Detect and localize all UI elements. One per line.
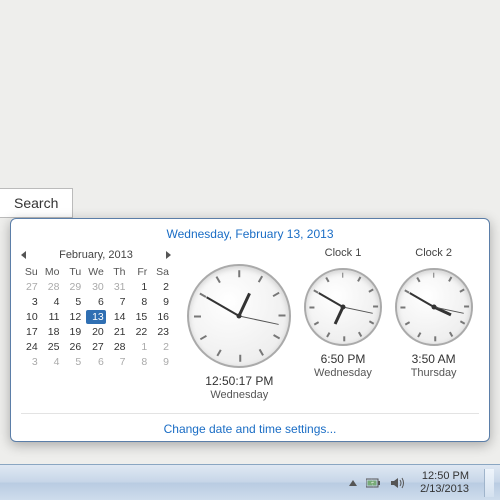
clock-column: Clock 2 3:50 AMThursday (395, 247, 473, 407)
calendar-day[interactable]: 19 (64, 325, 83, 339)
battery-icon[interactable] (366, 478, 382, 488)
calendar-prev-icon[interactable] (21, 251, 26, 259)
calendar-day[interactable]: 1 (131, 340, 150, 354)
popup-date-title: Wednesday, February 13, 2013 (21, 227, 479, 241)
calendar-day[interactable]: 3 (21, 355, 40, 369)
volume-icon[interactable] (391, 477, 405, 489)
search-tab-label: Search (14, 195, 58, 211)
calendar-dow: We (86, 265, 106, 279)
clock-face (395, 268, 473, 346)
calendar-day[interactable]: 13 (86, 310, 106, 324)
calendar-day[interactable]: 9 (152, 355, 171, 369)
calendar-month-label[interactable]: February, 2013 (59, 249, 133, 261)
tray-overflow-icon[interactable] (349, 480, 357, 486)
calendar-day[interactable]: 2 (152, 340, 171, 354)
calendar-day[interactable]: 1 (131, 280, 150, 294)
calendar-day[interactable]: 20 (86, 325, 106, 339)
calendar-day[interactable]: 11 (43, 310, 62, 324)
calendar-day[interactable]: 24 (21, 340, 40, 354)
calendar-next-icon[interactable] (166, 251, 171, 259)
calendar-day[interactable]: 14 (109, 310, 128, 324)
calendar-day[interactable]: 18 (43, 325, 62, 339)
calendar-day[interactable]: 7 (109, 355, 128, 369)
clock-face (187, 264, 291, 368)
calendar-day[interactable]: 28 (43, 280, 62, 294)
clock-day: Wednesday (210, 389, 268, 401)
calendar-dow: Th (109, 265, 128, 279)
clock-time: 3:50 AM (412, 352, 456, 366)
calendar-dow: Mo (43, 265, 62, 279)
search-tab[interactable]: Search (0, 188, 73, 218)
calendar-day[interactable]: 8 (131, 355, 150, 369)
calendar-day[interactable]: 6 (86, 355, 106, 369)
calendar-dow: Tu (64, 265, 83, 279)
clock-day: Wednesday (314, 367, 372, 379)
taskbar-time: 12:50 PM (420, 470, 469, 483)
calendar-day[interactable]: 21 (109, 325, 128, 339)
calendar-day[interactable]: 7 (109, 295, 128, 309)
calendar-day[interactable]: 15 (131, 310, 150, 324)
clock-face (304, 268, 382, 346)
taskbar: 12:50 PM 2/13/2013 (0, 464, 500, 500)
clock-day: Thursday (411, 367, 457, 379)
calendar-day[interactable]: 12 (64, 310, 83, 324)
clock-time: 12:50:17 PM (205, 374, 273, 388)
calendar-day[interactable]: 8 (131, 295, 150, 309)
change-date-time-link[interactable]: Change date and time settings... (164, 422, 337, 436)
calendar-day[interactable]: 29 (64, 280, 83, 294)
calendar-day[interactable]: 4 (43, 295, 62, 309)
calendar-day[interactable]: 6 (86, 295, 106, 309)
calendar-day[interactable]: 27 (86, 340, 106, 354)
system-tray: 12:50 PM 2/13/2013 (349, 469, 494, 497)
datetime-popup: Wednesday, February 13, 2013 February, 2… (10, 218, 490, 442)
calendar: February, 2013 SuMoTuWeThFrSa27282930311… (21, 247, 171, 407)
taskbar-date: 2/13/2013 (420, 483, 469, 496)
calendar-day[interactable]: 27 (21, 280, 40, 294)
calendar-day[interactable]: 5 (64, 355, 83, 369)
calendar-day[interactable]: 9 (152, 295, 171, 309)
clock-label: Clock 1 (325, 247, 362, 261)
calendar-dow: Sa (152, 265, 171, 279)
calendar-day[interactable]: 28 (109, 340, 128, 354)
calendar-dow: Fr (131, 265, 150, 279)
calendar-day[interactable]: 17 (21, 325, 40, 339)
calendar-day[interactable]: 30 (86, 280, 106, 294)
clock-time: 6:50 PM (321, 352, 366, 366)
calendar-day[interactable]: 4 (43, 355, 62, 369)
show-desktop-button[interactable] (484, 469, 494, 497)
calendar-grid: SuMoTuWeThFrSa27282930311234567891011121… (21, 265, 171, 369)
clock-label: Clock 2 (415, 247, 452, 261)
calendar-day[interactable]: 10 (21, 310, 40, 324)
calendar-day[interactable]: 31 (109, 280, 128, 294)
clocks-row: 12:50:17 PMWednesdayClock 16:50 PMWednes… (181, 247, 479, 407)
taskbar-clock[interactable]: 12:50 PM 2/13/2013 (420, 470, 469, 496)
calendar-day[interactable]: 22 (131, 325, 150, 339)
calendar-dow: Su (21, 265, 40, 279)
calendar-day[interactable]: 26 (64, 340, 83, 354)
calendar-day[interactable]: 5 (64, 295, 83, 309)
calendar-day[interactable]: 16 (152, 310, 171, 324)
calendar-day[interactable]: 25 (43, 340, 62, 354)
calendar-day[interactable]: 3 (21, 295, 40, 309)
calendar-day[interactable]: 2 (152, 280, 171, 294)
clock-column: 12:50:17 PMWednesday (187, 247, 291, 407)
calendar-day[interactable]: 23 (152, 325, 171, 339)
clock-column: Clock 1 6:50 PMWednesday (304, 247, 382, 407)
